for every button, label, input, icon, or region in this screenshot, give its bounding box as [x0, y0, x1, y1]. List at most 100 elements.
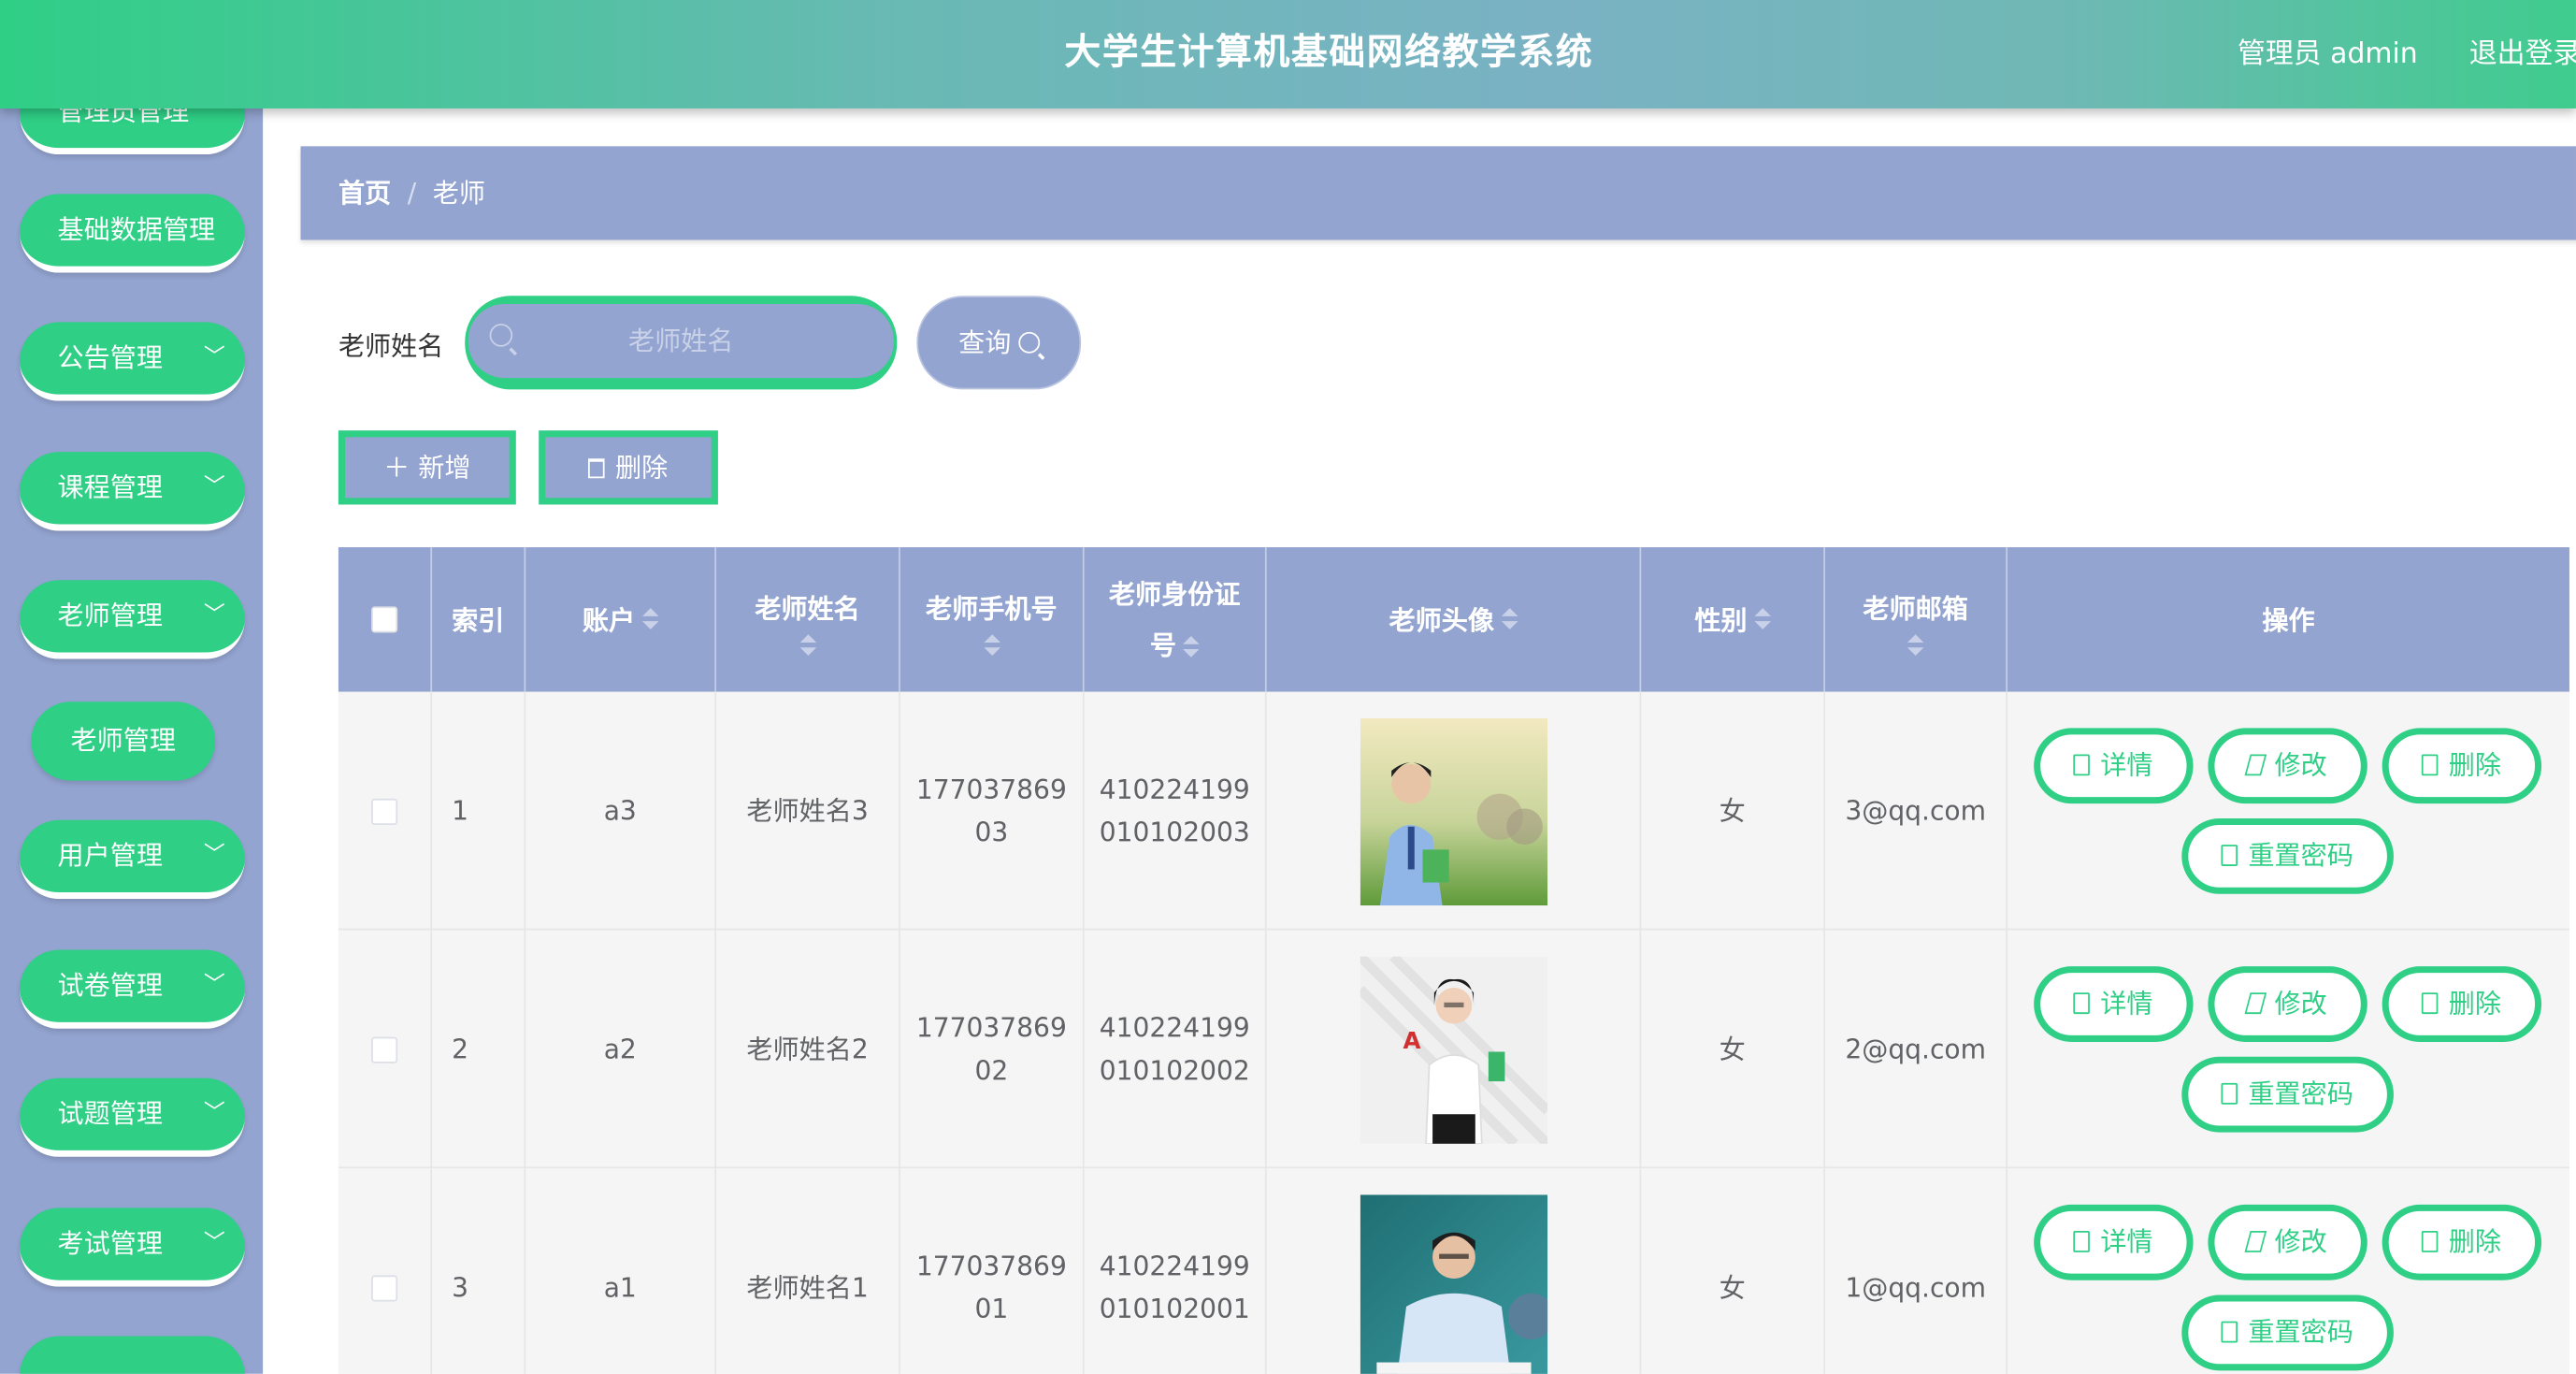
sidebar-item-teacher[interactable]: 老师管理 ﹀ [20, 580, 245, 659]
column-header-teacher-phone[interactable]: 老师手机号 [900, 547, 1085, 692]
sidebar-item-label: 基础数据管理 [57, 213, 216, 245]
document-icon [2222, 1321, 2238, 1343]
sort-icon[interactable] [641, 608, 658, 631]
table-row: 3 a1 老师姓名1 177037869 01 410224199 01010200… [338, 1168, 2569, 1374]
column-header-teacher-photo[interactable]: 老师头像 [1267, 547, 1642, 692]
batch-delete-button[interactable]: 删除 [539, 430, 718, 505]
sidebar-item-label: 老师管理 [57, 600, 163, 631]
query-button-label: 查询 [958, 326, 1012, 359]
column-header-label: 老师头像 [1389, 603, 1494, 636]
teacher-email-cell: 1@qq.com [1825, 1168, 2008, 1374]
teacher-email-cell: 2@qq.com [1825, 930, 2008, 1169]
teacher-id-cell: 410224199 010102003 [1085, 691, 1267, 931]
teacher-name-cell: 老师姓名2 [716, 930, 900, 1169]
sidebar-item-label: 老师管理 [70, 724, 176, 757]
edit-button[interactable]: 修改 [2208, 1204, 2367, 1280]
detail-button[interactable]: 详情 [2034, 966, 2194, 1042]
teacher-id-cell: 410224199 010102002 [1085, 930, 1267, 1169]
column-header-label: 账户 [582, 603, 636, 636]
breadcrumb-current: 老师 [432, 177, 486, 210]
table-header: 索引 账户 老师姓名 老师手机号 老师身份证号 老师头像 性别 老师邮箱 操作 [338, 547, 2569, 692]
sidebar-item-notice[interactable]: 公告管理 ﹀ [20, 322, 245, 401]
row-checkbox[interactable] [371, 1035, 398, 1063]
trash-icon [2422, 992, 2439, 1015]
reset-password-button[interactable]: 重置密码 [2181, 1056, 2394, 1133]
teacher-avatar-image[interactable] [1359, 716, 1547, 905]
sort-icon[interactable] [1183, 635, 1200, 658]
sidebar-item-base-data[interactable]: 基础数据管理 [20, 194, 245, 273]
column-header-gender[interactable]: 性别 [1641, 547, 1826, 692]
sort-icon[interactable] [1753, 608, 1771, 631]
teacher-id-cell: 410224199 010102001 [1085, 1168, 1267, 1374]
reset-password-button[interactable]: 重置密码 [2181, 1294, 2394, 1371]
gender-cell: 女 [1641, 1168, 1826, 1374]
app-root: 管理员管理 ﹀ 基础数据管理 公告管理 ﹀ 课程管理 ﹀ 老师管理 ﹀ 老师管理 用户管… [0, 0, 2576, 1374]
delete-button[interactable]: 删除 [2382, 966, 2542, 1042]
sidebar-item-question[interactable]: 试题管理 ﹀ [20, 1078, 245, 1157]
operations-cell: 详情 修改 删除 重置密码 [2008, 1168, 2569, 1374]
chevron-down-icon: ﹀ [203, 1230, 225, 1256]
chevron-down-icon: ﹀ [203, 474, 225, 500]
sidebar-item-user[interactable]: 用户管理 ﹀ [20, 819, 245, 900]
column-header-teacher-name[interactable]: 老师姓名 [716, 547, 900, 692]
select-all-checkbox[interactable] [371, 606, 398, 633]
sort-icon[interactable] [799, 633, 816, 657]
column-header-label: 老师姓名 [755, 592, 860, 624]
sort-icon[interactable] [983, 633, 1000, 657]
edit-button[interactable]: 修改 [2208, 966, 2367, 1042]
query-button[interactable]: 查询 [916, 296, 1082, 390]
teacher-name-search-input[interactable] [468, 304, 894, 379]
column-header-teacher-id[interactable]: 老师身份证号 [1085, 547, 1267, 692]
admin-user-label: 管理员 admin [2238, 37, 2418, 71]
teacher-phone-cell: 177037869 01 [900, 1168, 1085, 1374]
row-select-cell [338, 691, 433, 931]
detail-button[interactable]: 详情 [2034, 1204, 2194, 1280]
document-icon [2074, 754, 2091, 776]
breadcrumb: 首页 / 老师 [300, 146, 2576, 240]
delete-button[interactable]: 删除 [2382, 728, 2542, 804]
sidebar-item-more[interactable] [20, 1336, 245, 1374]
top-header: 大学生计算机基础网络教学系统 管理员 admin 退出登录 [0, 0, 2576, 108]
breadcrumb-home[interactable]: 首页 [338, 178, 391, 209]
teacher-avatar-image[interactable]: A [1359, 955, 1547, 1143]
teacher-photo-cell [1267, 691, 1642, 931]
sidebar-item-label: 课程管理 [57, 471, 163, 503]
column-header-teacher-email[interactable]: 老师邮箱 [1825, 547, 2008, 692]
batch-delete-label: 删除 [614, 452, 669, 484]
add-button[interactable]: ＋ 新增 [338, 430, 516, 505]
trash-icon [588, 458, 606, 479]
edit-button[interactable]: 修改 [2208, 728, 2367, 804]
teacher-phone-cell: 177037869 03 [900, 691, 1085, 931]
sidebar-item-exam[interactable]: 考试管理 ﹀ [20, 1208, 245, 1287]
column-header-label: 老师邮箱 [1863, 592, 1968, 624]
column-header-label: 老师手机号 [926, 592, 1058, 624]
sidebar-item-label: 考试管理 [57, 1227, 163, 1259]
gender-cell: 女 [1641, 930, 1826, 1169]
row-select-cell [338, 1168, 433, 1374]
teacher-avatar-image[interactable] [1359, 1193, 1547, 1374]
sidebar-item-paper[interactable]: 试卷管理 ﹀ [20, 949, 245, 1029]
sort-icon[interactable] [1501, 608, 1518, 631]
row-select-cell [338, 930, 433, 1169]
detail-button[interactable]: 详情 [2034, 728, 2194, 804]
reset-password-button[interactable]: 重置密码 [2181, 817, 2394, 894]
index-cell: 3 [432, 1168, 526, 1374]
search-field-wrapper [465, 296, 898, 390]
teacher-photo-cell: A [1267, 930, 1642, 1169]
select-all-cell [338, 547, 433, 692]
column-header-account[interactable]: 账户 [525, 547, 717, 692]
table-row: 1 a3 老师姓名3 177037869 03 410224199 01010200… [338, 691, 2569, 931]
chevron-down-icon: ﹀ [203, 843, 225, 868]
sidebar-item-label: 公告管理 [57, 341, 163, 373]
sidebar-subitem-teacher-manage[interactable]: 老师管理 [31, 701, 216, 781]
row-checkbox[interactable] [371, 798, 398, 825]
app-title: 大学生计算机基础网络教学系统 [1064, 33, 1594, 75]
sort-icon[interactable] [1907, 633, 1924, 657]
column-header-operations: 操作 [2262, 603, 2315, 636]
trash-icon [2422, 1230, 2439, 1252]
logout-link[interactable]: 退出登录 [2469, 0, 2576, 108]
sidebar-item-course[interactable]: 课程管理 ﹀ [20, 452, 245, 531]
row-checkbox[interactable] [371, 1274, 398, 1301]
delete-button[interactable]: 删除 [2382, 1204, 2542, 1280]
search-label: 老师姓名 [338, 330, 444, 362]
